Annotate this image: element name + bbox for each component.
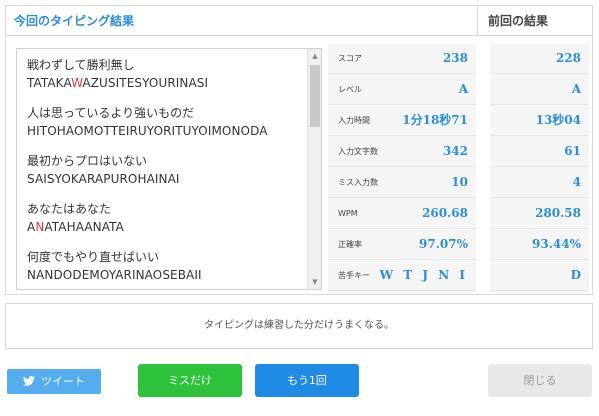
- previous-stat-row: 93.44%: [490, 229, 589, 260]
- tweet-button[interactable]: ツイート: [7, 369, 101, 394]
- scrollbar[interactable]: ▲ ▼: [307, 49, 321, 289]
- stat-value-previous: 228: [555, 51, 581, 65]
- typed-line: あなたはあなた ANATAHAANATA: [27, 201, 307, 236]
- stat-label: スコア: [338, 54, 362, 63]
- encouragement-message: タイピングは練習した分だけうまくなる。: [5, 303, 593, 349]
- previous-stat-row: 13秒04: [490, 105, 589, 136]
- stat-value-current: 238: [442, 51, 468, 65]
- results-panel: 今回のタイピング結果 前回の結果 戦わずして勝利無し TATAKAWAZUSITE…: [5, 5, 593, 295]
- stat-label: ミス入力数: [338, 178, 378, 187]
- typed-text-content: 戦わずして勝利無し TATAKAWAZUSITESYOURINASI 人は思っている…: [17, 49, 307, 289]
- romaji-segment: SAISYOKARAPUROHAINAI: [27, 172, 180, 186]
- stat-row: ミス入力数 10: [328, 167, 476, 198]
- scroll-up-arrow-icon[interactable]: ▲: [308, 49, 321, 63]
- typed-line-japanese: 戦わずして勝利無し: [27, 58, 135, 72]
- previous-stat-row: A: [490, 74, 589, 105]
- stat-value-previous: 4: [572, 175, 581, 189]
- typed-line-romaji: SAISYOKARAPUROHAINAI: [27, 170, 307, 188]
- stat-label: 入力時間: [338, 116, 370, 125]
- typed-line-japanese: あなたはあなた: [27, 202, 112, 216]
- typed-line: 最初からプロはいない SAISYOKARAPUROHAINAI: [27, 153, 307, 188]
- stat-value-current: 260.68: [422, 206, 468, 220]
- typed-line: 戦わずして勝利無し TATAKAWAZUSITESYOURINASI: [27, 57, 307, 92]
- stat-label: 入力文字数: [338, 147, 378, 156]
- previous-stat-row: 61: [490, 136, 589, 167]
- twitter-bird-icon: [23, 370, 35, 395]
- stat-value-current: 10: [451, 175, 468, 189]
- miss-only-button[interactable]: ミスだけ: [138, 364, 242, 397]
- typed-line: 何度でもやり直せばいい NANDODEMOYARINAOSEBAII: [27, 249, 307, 284]
- typed-line-romaji: NANDODEMOYARINAOSEBAII: [27, 266, 307, 284]
- stat-value-previous: A: [571, 82, 581, 96]
- retry-button[interactable]: もう1回: [255, 364, 359, 397]
- stat-row: 苦手キー W T J N I: [328, 260, 476, 291]
- scroll-thumb[interactable]: [310, 65, 320, 127]
- stat-label: 苦手キー: [338, 271, 370, 280]
- romaji-segment: ATAHAANATA: [44, 220, 124, 234]
- typed-line-japanese: 最初からプロはいない: [27, 154, 148, 168]
- romaji-segment: TATAKA: [27, 76, 72, 90]
- stat-value-current: 342: [442, 144, 468, 158]
- stat-value-current: 97.07%: [419, 237, 468, 251]
- romaji-segment: NANDODEMOYARINAOSEBAII: [27, 268, 202, 282]
- stat-value-previous: 280.58: [535, 206, 581, 220]
- stat-label: レベル: [338, 85, 362, 94]
- miss-character: W: [71, 76, 83, 90]
- romaji-segment: AZUSITESYOURINASI: [82, 76, 209, 90]
- stat-value-current: W T J N I: [379, 268, 468, 282]
- typed-line-japanese: 何度でもやり直せばいい: [27, 250, 160, 264]
- scroll-down-arrow-icon[interactable]: ▼: [308, 275, 321, 289]
- stat-value-previous: 13秒04: [535, 113, 581, 127]
- stat-value-current: 1分18秒71: [402, 113, 468, 127]
- previous-stats: 228 A 13秒04 61 4 280.58 93.44% D: [490, 43, 589, 293]
- stat-label: WPM: [338, 209, 358, 218]
- stat-row: 正確率 97.07%: [328, 229, 476, 260]
- previous-stat-row: 280.58: [490, 198, 589, 229]
- stat-label: 正確率: [338, 240, 362, 249]
- stat-row: 入力時間 1分18秒71: [328, 105, 476, 136]
- typed-line: 人は思っているより強いものだ HITOHAOMOTTEIRUYORITUYOIMO…: [27, 105, 307, 140]
- typed-text-list[interactable]: 戦わずして勝利無し TATAKAWAZUSITESYOURINASI 人は思っている…: [16, 48, 322, 290]
- typed-line-romaji: HITOHAOMOTTEIRUYORITUYOIMONODA: [27, 122, 307, 140]
- stat-value-previous: D: [570, 268, 581, 282]
- stat-row: WPM 260.68: [328, 198, 476, 229]
- previous-stat-row: 228: [490, 43, 589, 74]
- stat-row: スコア 238: [328, 43, 476, 74]
- previous-stat-row: D: [490, 260, 589, 291]
- typed-line-romaji: ANATAHAANATA: [27, 218, 307, 236]
- typed-line-romaji: TATAKAWAZUSITESYOURINASI: [27, 74, 307, 92]
- stat-row: レベル A: [328, 74, 476, 105]
- previous-results-title: 前回の結果: [478, 6, 593, 36]
- stat-value-current: A: [458, 82, 468, 96]
- current-stats: スコア 238 レベル A 入力時間 1分18秒71 入力文字数 342 ミス入力数 10 WPM 2…: [328, 43, 476, 293]
- close-button[interactable]: 閉じる: [488, 364, 592, 397]
- current-results-title: 今回のタイピング結果: [6, 6, 478, 36]
- previous-stat-row: 4: [490, 167, 589, 198]
- stat-value-previous: 61: [564, 144, 581, 158]
- tweet-label: ツイート: [41, 375, 85, 388]
- romaji-segment: HITOHAOMOTTEIRUYORITUYOIMONODA: [27, 124, 268, 138]
- typed-line-japanese: 人は思っているより強いものだ: [27, 106, 195, 120]
- stat-value-previous: 93.44%: [532, 237, 581, 251]
- stat-row: 入力文字数 342: [328, 136, 476, 167]
